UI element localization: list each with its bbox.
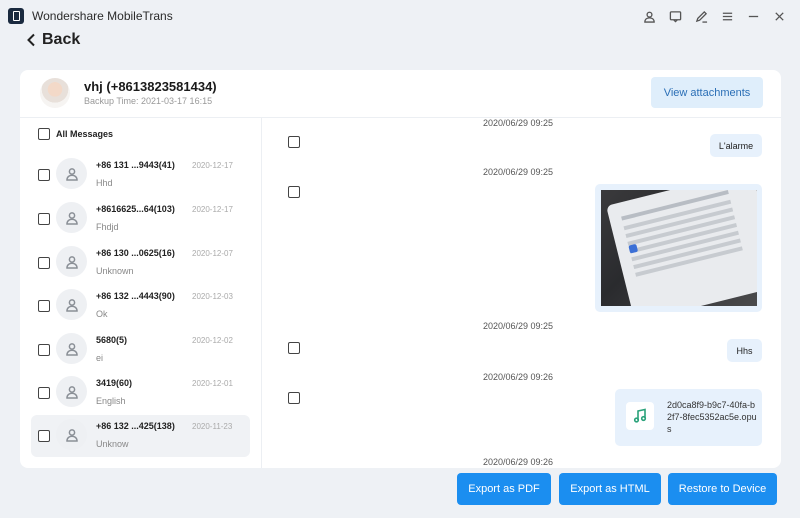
title-bar: Wondershare MobileTrans xyxy=(0,0,800,32)
app-logo-icon xyxy=(8,8,24,24)
export-pdf-button[interactable]: Export as PDF xyxy=(457,473,551,505)
attachment-photo xyxy=(601,190,757,306)
conversation-date: 2020-11-23 xyxy=(192,422,233,431)
person-icon xyxy=(56,333,87,364)
edit-icon[interactable] xyxy=(694,8,708,24)
message-timestamp: 2020/06/29 09:26 xyxy=(483,372,554,382)
conversation-date: 2020-12-17 xyxy=(192,161,233,170)
all-messages-checkbox[interactable] xyxy=(38,128,50,140)
message-timestamp: 2020/06/29 09:25 xyxy=(483,167,554,177)
conversation-date: 2020-12-03 xyxy=(192,292,233,301)
audio-file-icon xyxy=(626,402,654,430)
conversation-item[interactable]: 5680(5) 2020-12-02 ei xyxy=(31,329,250,371)
message-timestamp: 2020/06/29 09:25 xyxy=(483,118,554,128)
person-icon xyxy=(56,202,87,233)
conversation-item[interactable]: +86 130 ...0625(16) 2020-12-07 Unknown xyxy=(31,242,250,284)
back-button[interactable]: Back xyxy=(26,31,80,49)
message-checkbox[interactable] xyxy=(288,392,300,404)
user-icon[interactable] xyxy=(642,8,656,24)
conversation-date: 2020-12-02 xyxy=(192,336,233,345)
contact-header: vhj (+8613823581434) Backup Time: 2021-0… xyxy=(20,70,781,118)
export-html-button[interactable]: Export as HTML xyxy=(559,473,661,505)
view-attachments-button[interactable]: View attachments xyxy=(651,77,763,108)
backup-time: Backup Time: 2021-03-17 16:15 xyxy=(84,96,213,106)
conversation-item[interactable]: +86 131 ...9443(41) 2020-12-17 Hhd xyxy=(31,154,250,196)
message-timestamp: 2020/06/29 09:25 xyxy=(483,321,554,331)
message-checkbox[interactable] xyxy=(288,342,300,354)
conversation-list: All Messages +86 131 ...9443(41) 2020-12… xyxy=(20,118,262,468)
conversation-item[interactable]: 3419(60) 2020-12-01 English xyxy=(31,372,250,414)
conversation-title: +8616625...64(103) xyxy=(96,204,175,214)
message-bubble: Hhs xyxy=(727,339,762,362)
conversation-title: +86 132 ...425(138) xyxy=(96,421,175,431)
conversation-preview: ei xyxy=(96,353,104,363)
conversation-date: 2020-12-17 xyxy=(192,205,233,214)
conversation-title: 5680(5) xyxy=(96,335,128,345)
conversation-title: +86 132 ...4443(90) xyxy=(96,291,175,301)
message-checkbox[interactable] xyxy=(288,186,300,198)
conversation-date: 2020-12-01 xyxy=(192,379,233,388)
window-controls xyxy=(642,8,786,24)
message-bubble: L'alarme xyxy=(710,134,762,157)
conversation-checkbox[interactable] xyxy=(38,387,50,399)
person-icon xyxy=(56,376,87,407)
conversation-preview: Hhd xyxy=(96,178,113,188)
conversation-preview: English xyxy=(96,396,126,406)
feedback-icon[interactable] xyxy=(668,8,682,24)
conversation-title: +86 130 ...0625(16) xyxy=(96,248,175,258)
conversation-item[interactable]: +86 132 ...4443(90) 2020-12-03 Ok xyxy=(31,285,250,327)
messages-panel: vhj (+8613823581434) Backup Time: 2021-0… xyxy=(20,70,781,468)
conversation-checkbox[interactable] xyxy=(38,344,50,356)
conversation-checkbox[interactable] xyxy=(38,430,50,442)
conversation-checkbox[interactable] xyxy=(38,257,50,269)
conversation-title: 3419(60) xyxy=(96,378,133,388)
contact-avatar xyxy=(40,78,70,108)
image-message-bubble xyxy=(595,184,762,312)
conversation-preview: Unknow xyxy=(96,439,129,449)
file-name: 2d0ca8f9-b9c7-40fa-b2f7-8fec5352ac5e.opu… xyxy=(667,400,757,434)
restore-to-device-button[interactable]: Restore to Device xyxy=(668,473,777,505)
minimize-icon[interactable] xyxy=(746,8,760,24)
person-icon xyxy=(56,246,87,277)
app-title: Wondershare MobileTrans xyxy=(32,9,173,23)
message-thread: 2020/06/29 09:25 L'alarme 2020/06/29 09:… xyxy=(263,118,781,468)
all-messages-row[interactable]: All Messages xyxy=(38,128,113,140)
back-label: Back xyxy=(42,31,81,48)
close-icon[interactable] xyxy=(772,8,786,24)
conversation-preview: Ok xyxy=(96,309,108,319)
chevron-left-icon xyxy=(27,33,35,47)
contact-name: vhj (+8613823581434) xyxy=(84,79,217,94)
conversation-item-selected[interactable]: +86 132 ...425(138) 2020-11-23 Unknow xyxy=(31,415,250,457)
menu-icon[interactable] xyxy=(720,8,734,24)
all-messages-label: All Messages xyxy=(56,129,114,139)
file-message-bubble[interactable]: 2d0ca8f9-b9c7-40fa-b2f7-8fec5352ac5e.opu… xyxy=(615,389,762,446)
person-icon xyxy=(56,158,87,189)
message-timestamp: 2020/06/29 09:26 xyxy=(483,457,554,467)
conversation-checkbox[interactable] xyxy=(38,213,50,225)
person-icon xyxy=(56,289,87,320)
conversation-checkbox[interactable] xyxy=(38,300,50,312)
conversation-checkbox[interactable] xyxy=(38,169,50,181)
conversation-date: 2020-12-07 xyxy=(192,249,233,258)
conversation-item[interactable]: +8616625...64(103) 2020-12-17 Fhdjd xyxy=(31,198,250,240)
message-checkbox[interactable] xyxy=(288,136,300,148)
conversation-preview: Unknown xyxy=(96,266,134,276)
conversation-title: +86 131 ...9443(41) xyxy=(96,160,175,170)
person-icon xyxy=(56,419,87,450)
conversation-preview: Fhdjd xyxy=(96,222,119,232)
